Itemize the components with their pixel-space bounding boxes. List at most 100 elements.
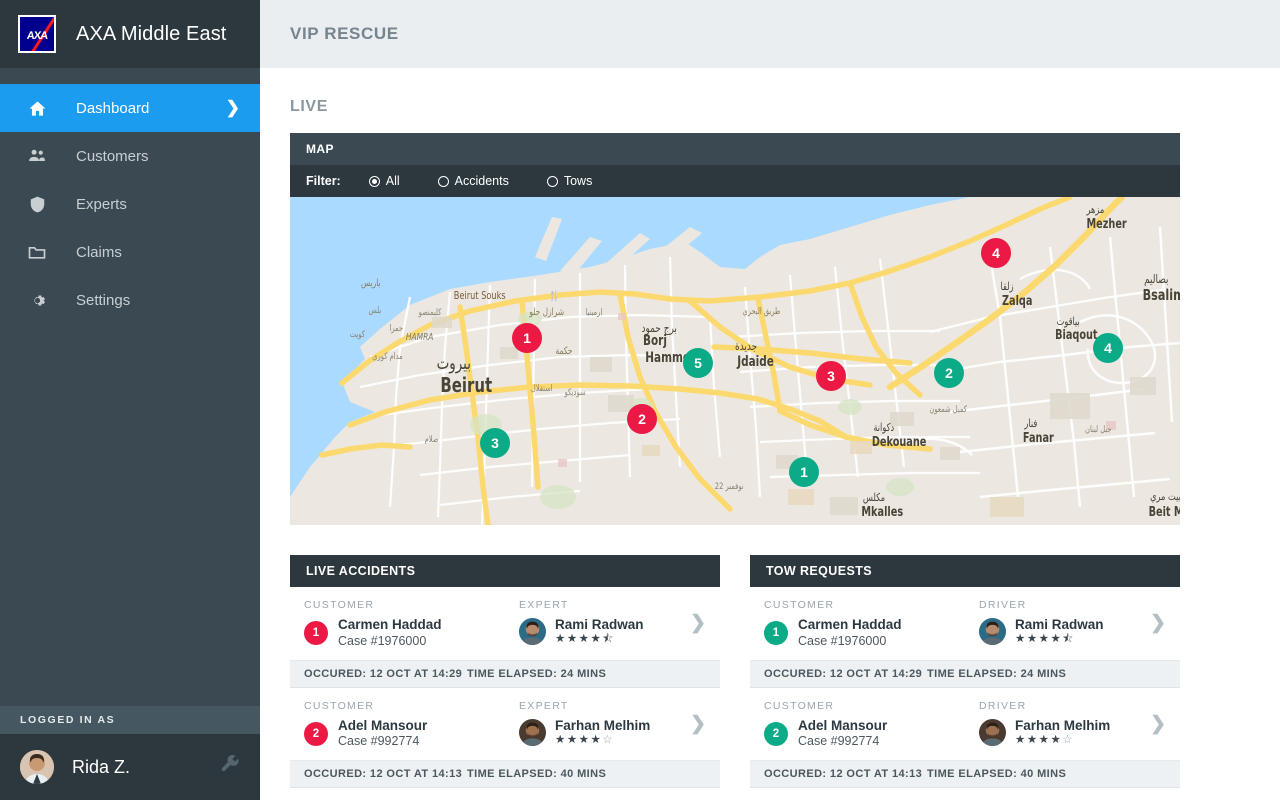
professional-line: Rami Radwan ★★★★⯪: [979, 617, 1166, 647]
occured-time: OCCURED: 12 OCT AT 14:13: [764, 768, 923, 780]
map-marker-accident-2[interactable]: 2: [627, 404, 657, 434]
map-label: بلس: [369, 305, 382, 315]
column-header-professional: DRIVER: [979, 599, 1027, 611]
folder-icon: [22, 240, 52, 264]
chevron-right-icon[interactable]: ❯: [690, 612, 706, 635]
case-number: Case #1976000: [338, 633, 427, 648]
filter-radio-tows[interactable]: Tows: [546, 174, 592, 188]
time-elapsed: TIME ELAPSED: 24 MINS: [927, 667, 1067, 680]
page-title: VIP RESCUE: [290, 24, 399, 43]
professional-column: EXPERT Farhan Melhim ★★★★☆: [519, 700, 706, 748]
map-marker-tow-5[interactable]: 5: [683, 348, 713, 378]
case-number: Case #992774: [338, 734, 420, 749]
avatar: [519, 718, 546, 746]
customer-column: CUSTOMER 2 Adel Mansour Case #992774: [764, 700, 979, 751]
brand-title: AXA Middle East: [76, 22, 227, 45]
sidebar-item-dashboard[interactable]: Dashboard ❯: [0, 84, 260, 132]
chevron-right-icon[interactable]: ❯: [1150, 712, 1166, 735]
axa-logo-text: AXA: [26, 30, 48, 42]
map-label: شرازل حلو: [528, 307, 564, 318]
sidebar-item-label: Experts: [76, 195, 127, 213]
sidebar-item-claims[interactable]: Claims: [0, 228, 260, 276]
map-label: حمرا: [389, 323, 403, 333]
map-label: Mezher: [1087, 216, 1127, 232]
column-header-professional: EXPERT: [519, 599, 569, 611]
map-label: صلام: [425, 434, 439, 444]
list-item-meta: OCCURED: 12 OCT AT 14:13 TIME ELAPSED: 40…: [750, 761, 1180, 788]
time-elapsed: TIME ELAPSED: 40 MINS: [467, 768, 607, 780]
map-label: باريس: [361, 278, 381, 289]
status-badge: 1: [764, 621, 788, 646]
map-label: حكمة: [556, 346, 573, 357]
rating-stars: ★★★★☆: [555, 733, 615, 746]
status-badge: 1: [304, 621, 328, 646]
map-label: فنار: [1024, 418, 1038, 430]
sidebar-item-settings[interactable]: Settings: [0, 276, 260, 324]
map-labels: Beirut Souks باريس كليمنصو بلس حمراHAMRA كويت…: [350, 204, 1180, 519]
list-item[interactable]: CUSTOMER 1 Carmen Haddad Case #1976000 DRIVE…: [750, 587, 1180, 661]
map-label: طريق البحري: [742, 306, 780, 316]
shield-icon: [22, 192, 52, 216]
map-label: Beirut Souks: [454, 290, 506, 302]
professional-line: Farhan Melhim ★★★★☆: [979, 718, 1166, 748]
column-header-professional: DRIVER: [979, 699, 1027, 712]
map-canvas[interactable]: Beirut Souks باريس كليمنصو بلس حمرا HAMRA كويت…: [290, 197, 1180, 525]
sidebar-item-experts[interactable]: Experts: [0, 180, 260, 228]
sidebar-item-label: Dashboard: [76, 99, 150, 117]
list-item-meta: OCCURED: 12 OCT AT 14:29 TIME ELAPSED: 24…: [290, 660, 720, 688]
gear-icon: [22, 288, 52, 312]
logged-in-user[interactable]: Rida Z.: [0, 734, 260, 800]
map-label: دكوانة: [873, 422, 894, 434]
filter-option-label: Accidents: [454, 174, 509, 188]
list-item-meta: OCCURED: 12 OCT AT 14:29 TIME ELAPSED: 24…: [750, 660, 1180, 688]
column-header-customer: CUSTOMER: [304, 599, 375, 611]
customer-name: Adel Mansour: [338, 717, 428, 733]
filter-option-label: All: [385, 174, 400, 188]
map-panel: MAP Filter: All Accidents Tows Beirut So…: [290, 133, 1180, 525]
column-header-customer: CUSTOMER: [304, 699, 375, 712]
customer-line: 2 Adel Mansour Case #992774: [304, 718, 519, 751]
customer-line: 1 Carmen Haddad Case #1976000: [304, 617, 519, 650]
column-header-professional: EXPERT: [519, 699, 569, 712]
map-marker-tow-4[interactable]: 4: [1093, 333, 1123, 363]
customer-column: CUSTOMER 1 Carmen Haddad Case #1976000: [764, 599, 979, 650]
occured-time: OCCURED: 12 OCT AT 14:29: [304, 667, 463, 680]
customer-line: 2 Adel Mansour Case #992774: [764, 718, 979, 751]
map-marker-tow-1[interactable]: 1: [789, 457, 819, 487]
section-title-live: LIVE: [290, 98, 328, 115]
sidebar-item-customers[interactable]: Customers: [0, 132, 260, 180]
avatar: [979, 618, 1006, 646]
map-marker-accident-3[interactable]: 3: [816, 361, 846, 391]
customer-column: CUSTOMER 2 Adel Mansour Case #992774: [304, 700, 519, 751]
radio-icon: [368, 175, 380, 187]
list-item[interactable]: CUSTOMER 2 Adel Mansour Case #992774 EXPERT F…: [290, 687, 720, 761]
list-item[interactable]: CUSTOMERDRIVER: [750, 788, 1180, 800]
chevron-right-icon[interactable]: ❯: [1150, 612, 1166, 635]
map-label: مكلس: [863, 492, 885, 504]
filter-radio-all[interactable]: All: [368, 174, 400, 188]
list-item-meta: OCCURED: 12 OCT AT 14:13 TIME ELAPSED: 40…: [290, 761, 720, 788]
map-label: استقلال: [531, 383, 553, 393]
list-item[interactable]: CUSTOMER 2 Adel Mansour Case #992774 DRIVER F…: [750, 687, 1180, 761]
logged-in-label: LOGGED IN AS: [0, 706, 260, 734]
chevron-right-icon[interactable]: ❯: [690, 712, 706, 735]
map-marker-tow-3[interactable]: 3: [480, 428, 510, 458]
map-marker-accident-1[interactable]: 1: [512, 323, 542, 353]
map-label: Bsalim: [1143, 288, 1180, 305]
sidebar: AXA AXA Middle East Dashboard ❯ Customer…: [0, 0, 260, 800]
case-number: Case #1976000: [798, 633, 887, 648]
list-item[interactable]: CUSTOMEREXPERT: [290, 788, 720, 800]
wrench-icon[interactable]: [220, 754, 240, 780]
people-icon: [22, 144, 52, 168]
list-item[interactable]: CUSTOMER 1 Carmen Haddad Case #1976000 EXPER…: [290, 587, 720, 661]
avatar: [20, 750, 54, 784]
professional-column: DRIVER Farhan Melhim ★★★★☆: [979, 700, 1166, 748]
professional-column: EXPERT Rami Radwan ★★★★⯪: [519, 599, 706, 647]
filter-radio-accidents[interactable]: Accidents: [437, 174, 509, 188]
customer-column: CUSTOMER 1 Carmen Haddad Case #1976000: [304, 599, 519, 650]
rating-stars: ★★★★⯪: [1015, 633, 1075, 646]
map-label: بصاليم: [1144, 273, 1168, 287]
map-marker-accident-4[interactable]: 4: [981, 238, 1011, 268]
map-marker-tow-2[interactable]: 2: [934, 358, 964, 388]
customer-name: Carmen Haddad: [338, 617, 442, 632]
